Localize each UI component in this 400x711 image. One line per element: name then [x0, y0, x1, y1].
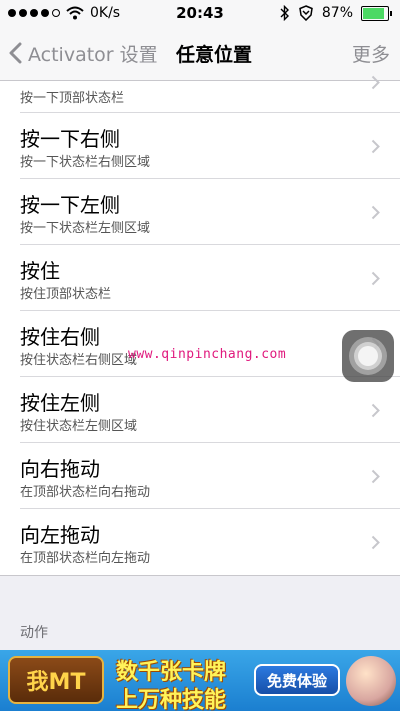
section-header-actions: 动作	[20, 625, 48, 641]
chevron-right-icon	[371, 139, 380, 154]
watermark-text: www.qinpinchang.com	[128, 347, 287, 362]
back-button[interactable]: Activator 设置	[8, 26, 166, 80]
shield-icon	[299, 5, 313, 21]
list-item[interactable]: 按住 按住顶部状态栏	[0, 245, 400, 311]
battery-fill	[363, 7, 384, 19]
ad-banner[interactable]: 我MT 数千张卡牌 上万种技能 免费体验	[0, 650, 400, 711]
list-item[interactable]: 按一下顶部状态栏	[0, 75, 400, 113]
list-item[interactable]: 按住右侧 按住状态栏右侧区域	[0, 311, 400, 377]
status-bar: 0K/s 20:43 87%	[0, 0, 400, 26]
list-item[interactable]: 向右拖动 在顶部状态栏向右拖动	[0, 443, 400, 509]
assistive-touch-button[interactable]	[342, 330, 394, 382]
bluetooth-icon	[280, 5, 289, 21]
ad-headline-2: 上万种技能	[116, 688, 227, 711]
list-item-subtitle: 按一下顶部状态栏	[20, 91, 125, 106]
navigation-bar: Activator 设置 任意位置 更多	[0, 26, 400, 81]
chevron-right-icon	[371, 205, 380, 220]
list-item-subtitle: 按一下状态栏右侧区域	[20, 155, 151, 170]
list-item-title: 向左拖动	[20, 523, 100, 547]
list-item-subtitle: 按住状态栏左侧区域	[20, 419, 138, 434]
page-title: 任意位置	[176, 43, 253, 66]
chevron-right-icon	[371, 535, 380, 550]
list-item-subtitle: 按一下状态栏左侧区域	[20, 221, 151, 236]
chevron-right-icon	[371, 469, 380, 484]
screen: 0K/s 20:43 87% Activator 设置 任意位置 更多 按一下顶…	[0, 0, 400, 711]
chevron-left-icon	[9, 42, 22, 64]
battery-percent: 87%	[321, 5, 353, 21]
list-item-title: 向右拖动	[20, 457, 100, 481]
back-button-label: Activator 设置	[28, 43, 158, 66]
battery-icon	[361, 5, 392, 21]
list-item-subtitle: 按住状态栏右侧区域	[20, 353, 138, 368]
more-button[interactable]: 更多	[352, 26, 390, 80]
network-speed: 0K/s	[90, 5, 121, 21]
list-item-title: 按住左侧	[20, 391, 100, 415]
ad-mascot-image	[346, 656, 396, 706]
list-item-title: 按一下左侧	[20, 193, 120, 217]
list-item[interactable]: 按一下右侧 按一下状态栏右侧区域	[0, 113, 400, 179]
chevron-right-icon	[371, 75, 380, 90]
list-item-title: 按住右侧	[20, 325, 100, 349]
list-item[interactable]: 向左拖动 在顶部状态栏向左拖动	[0, 509, 400, 575]
list-item-subtitle: 在顶部状态栏向左拖动	[20, 551, 151, 566]
chevron-right-icon	[371, 403, 380, 418]
list-item-subtitle: 在顶部状态栏向右拖动	[20, 485, 151, 500]
list-item-subtitle: 按住顶部状态栏	[20, 287, 112, 302]
list-item-title: 按住	[20, 259, 60, 283]
signal-dots-icon	[8, 9, 60, 17]
event-list: 按一下顶部状态栏 按一下右侧 按一下状态栏右侧区域 按一下左侧 按一下状态栏左侧…	[0, 75, 400, 576]
chevron-right-icon	[371, 271, 380, 286]
ad-free-trial-button[interactable]: 免费体验	[254, 664, 340, 696]
wifi-icon	[66, 6, 84, 20]
list-item[interactable]: 按一下左侧 按一下状态栏左侧区域	[0, 179, 400, 245]
ad-game-logo: 我MT	[8, 656, 104, 704]
list-item[interactable]: 按住左侧 按住状态栏左侧区域	[0, 377, 400, 443]
list-item-title: 按一下右侧	[20, 127, 120, 151]
